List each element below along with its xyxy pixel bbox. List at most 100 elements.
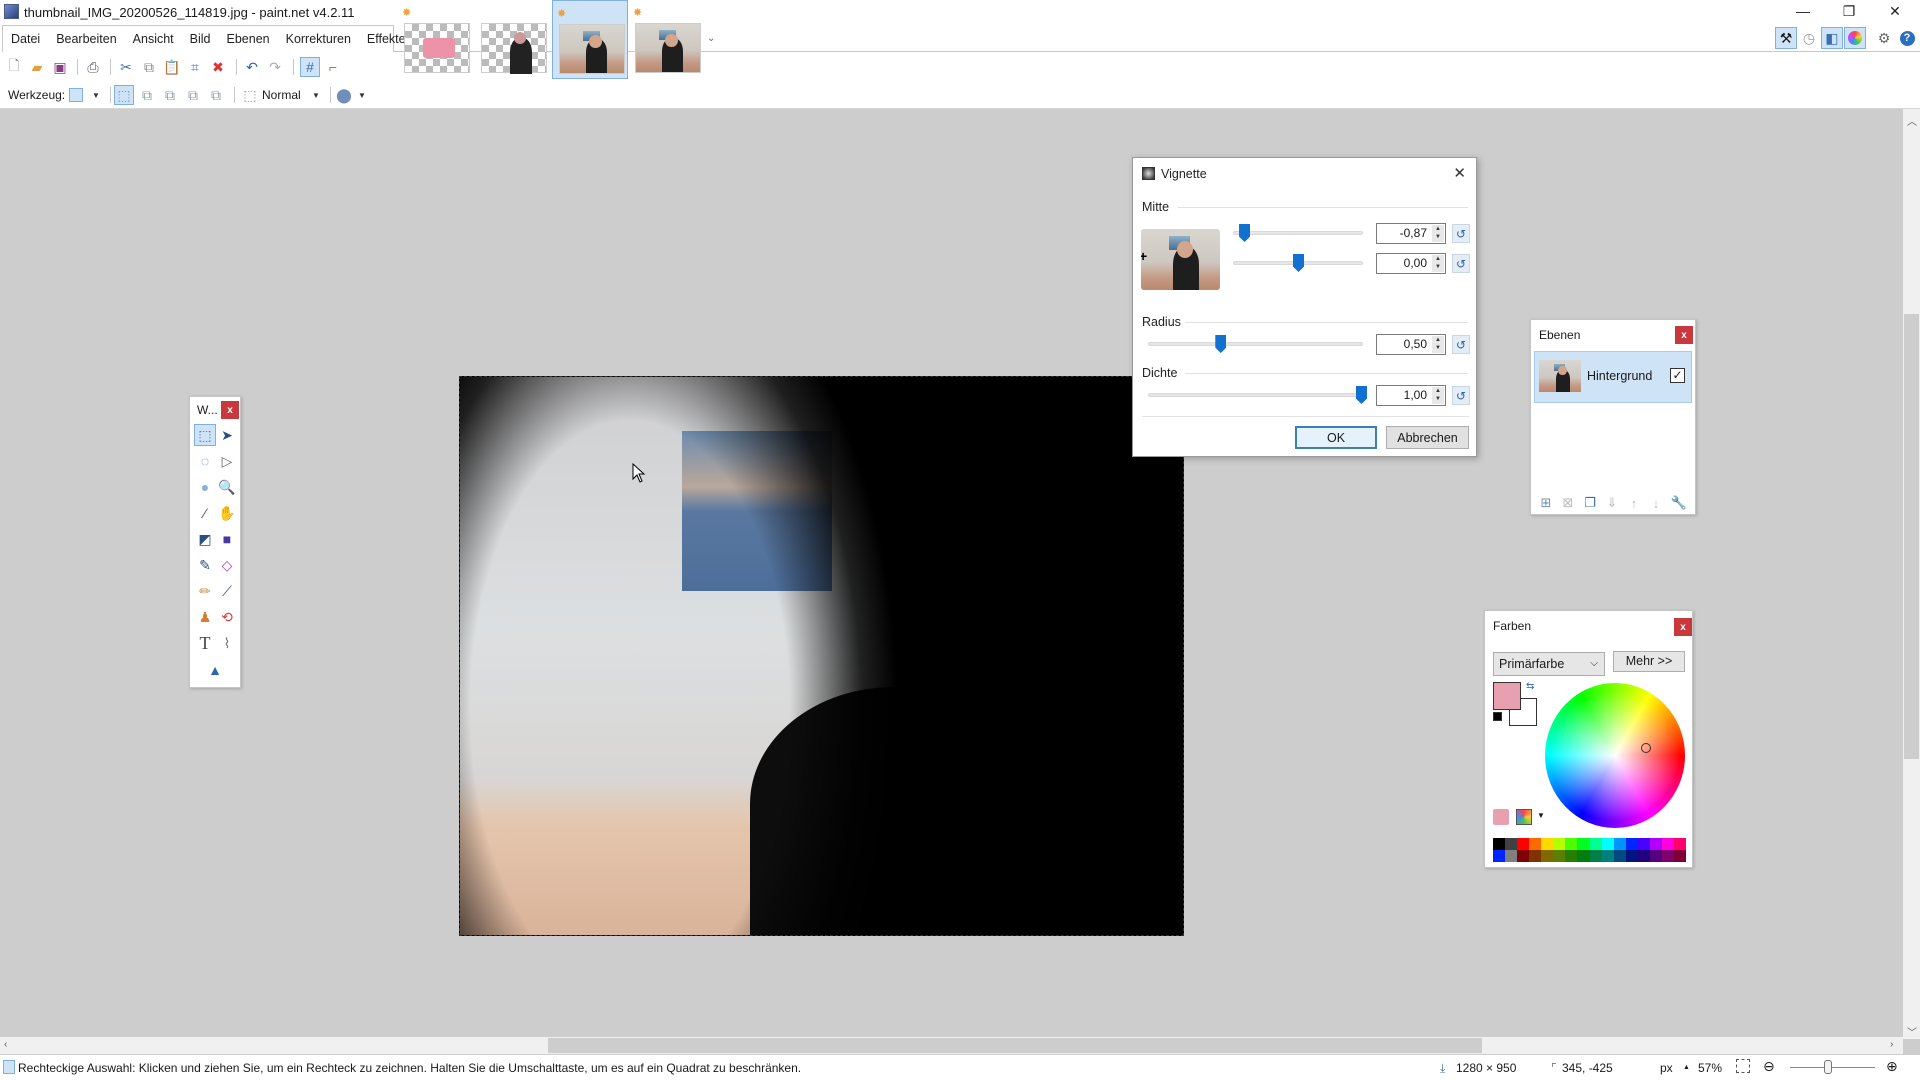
- paint-bucket-tool-icon[interactable]: ◩: [194, 528, 216, 550]
- center-y-input[interactable]: 0,00 ▲ ▼: [1376, 253, 1446, 274]
- paintbrush-tool-icon[interactable]: ✎: [194, 554, 216, 576]
- palette-menu-icon[interactable]: [1516, 809, 1532, 825]
- radius-slider-track[interactable]: [1148, 342, 1363, 346]
- palette-swatch[interactable]: [1613, 838, 1626, 850]
- image-tab[interactable]: ✸: [398, 0, 474, 79]
- zoom-in-icon[interactable]: ⊕: [1886, 1058, 1898, 1075]
- layer-item[interactable]: Hintergrund ✓: [1534, 351, 1692, 403]
- dialog-close-button[interactable]: ✕: [1453, 164, 1466, 182]
- tabs-dropdown-icon[interactable]: ⌄: [707, 33, 715, 44]
- palette-swatch[interactable]: [1505, 850, 1518, 862]
- ellipse-select-tool-icon[interactable]: ●: [194, 476, 216, 498]
- palette-swatch[interactable]: [1637, 850, 1650, 862]
- help-icon[interactable]: ?: [1896, 27, 1918, 49]
- selection-mode-replace-icon[interactable]: ⬚: [114, 85, 134, 105]
- antialiasing-icon[interactable]: ⬤: [334, 85, 354, 105]
- close-window-button[interactable]: ✕: [1872, 0, 1918, 22]
- palette-swatch[interactable]: [1661, 850, 1674, 862]
- radius-slider-thumb[interactable]: [1215, 335, 1227, 353]
- selection-mode-invert-icon[interactable]: ⧉: [206, 85, 226, 105]
- density-input[interactable]: 1,00 ▲ ▼: [1376, 385, 1446, 406]
- menu-ansicht[interactable]: Ansicht: [133, 32, 174, 46]
- center-x-spinner[interactable]: ▲ ▼: [1432, 225, 1444, 242]
- palette-swatch[interactable]: [1577, 838, 1590, 850]
- image-tab-active[interactable]: ✸: [552, 0, 628, 79]
- text-tool-icon[interactable]: T: [194, 632, 216, 654]
- colors-icon[interactable]: [1844, 27, 1866, 49]
- move-layer-up-icon[interactable]: ↑: [1625, 494, 1643, 512]
- tool-dropdown-icon[interactable]: ▼: [86, 85, 106, 105]
- center-y-reset-icon[interactable]: ↺: [1452, 254, 1470, 273]
- redo-icon[interactable]: ↷: [265, 57, 285, 77]
- units-dropdown-icon[interactable]: ▲: [1683, 1064, 1690, 1071]
- antialiasing-dropdown-icon[interactable]: ▼: [352, 85, 372, 105]
- swap-colors-icon[interactable]: ⇆: [1526, 681, 1534, 692]
- center-y-slider-thumb[interactable]: [1293, 254, 1304, 272]
- more-button[interactable]: Mehr >>: [1613, 651, 1685, 672]
- palette-swatch[interactable]: [1649, 838, 1662, 850]
- colors-close-button[interactable]: x: [1674, 618, 1692, 636]
- move-selection-tool-icon[interactable]: ▷: [216, 450, 238, 472]
- palette-swatch[interactable]: [1493, 850, 1506, 862]
- minimize-button[interactable]: —: [1780, 0, 1826, 22]
- center-x-input[interactable]: -0,87 ▲ ▼: [1376, 223, 1446, 244]
- palette-swatch[interactable]: [1589, 850, 1602, 862]
- density-slider-track[interactable]: [1148, 393, 1363, 397]
- color-wheel[interactable]: [1545, 683, 1685, 828]
- reset-colors-icon[interactable]: [1493, 712, 1502, 721]
- palette-swatch[interactable]: [1541, 838, 1554, 850]
- palette-swatch[interactable]: [1649, 850, 1662, 862]
- center-picker-thumbnail[interactable]: +: [1141, 229, 1220, 290]
- line-curve-tool-icon[interactable]: ⌇: [216, 632, 238, 654]
- history-icon[interactable]: ◷: [1798, 27, 1820, 49]
- tools-close-button[interactable]: x: [221, 401, 239, 419]
- radius-spinner[interactable]: ▲ ▼: [1432, 336, 1444, 353]
- palette-swatch[interactable]: [1565, 838, 1578, 850]
- palette-swatch[interactable]: [1517, 850, 1530, 862]
- move-layer-down-icon[interactable]: ↓: [1647, 494, 1665, 512]
- scroll-right-icon[interactable]: ›: [1890, 1039, 1893, 1050]
- zoom-slider-thumb[interactable]: [1824, 1060, 1832, 1074]
- image-tab[interactable]: ✸: [629, 0, 705, 79]
- ruler-icon[interactable]: ⌐: [323, 57, 343, 77]
- density-spinner[interactable]: ▲ ▼: [1432, 387, 1444, 404]
- layers-icon[interactable]: ◧: [1821, 27, 1843, 49]
- palette-swatch[interactable]: [1613, 850, 1626, 862]
- deselect-icon[interactable]: ✖: [208, 57, 228, 77]
- grid-icon[interactable]: #: [300, 57, 320, 77]
- selection-mode-exclude-icon[interactable]: ⧉: [160, 85, 180, 105]
- palette-swatch[interactable]: [1529, 838, 1542, 850]
- center-y-spinner[interactable]: ▲ ▼: [1432, 255, 1444, 272]
- new-file-icon[interactable]: 🗋: [4, 57, 24, 77]
- duplicate-layer-icon[interactable]: ❐: [1581, 494, 1599, 512]
- magic-wand-tool-icon[interactable]: ⁄: [194, 502, 216, 524]
- paste-icon[interactable]: 📋: [162, 57, 182, 77]
- palette-swatch[interactable]: [1493, 838, 1506, 850]
- palette-swatch[interactable]: [1673, 850, 1686, 862]
- tools-icon[interactable]: ⚒: [1775, 27, 1797, 49]
- center-x-slider-thumb[interactable]: [1239, 224, 1251, 242]
- vertical-scroll-thumb[interactable]: [1904, 314, 1919, 759]
- layer-visibility-checkbox[interactable]: ✓: [1670, 368, 1685, 383]
- zoom-to-window-icon[interactable]: [1736, 1059, 1750, 1073]
- palette-swatch[interactable]: [1505, 838, 1518, 850]
- undo-icon[interactable]: ↶: [242, 57, 262, 77]
- blend-mode-dropdown-icon[interactable]: ▼: [306, 85, 326, 105]
- image-tab[interactable]: [475, 0, 551, 79]
- print-icon[interactable]: ⎙: [83, 57, 103, 77]
- palette-swatch[interactable]: [1601, 850, 1614, 862]
- copy-icon[interactable]: ⧉: [139, 57, 159, 77]
- move-selected-pixels-tool-icon[interactable]: ➤: [216, 424, 238, 446]
- save-icon[interactable]: ▣: [50, 57, 70, 77]
- palette-swatch[interactable]: [1541, 850, 1554, 862]
- selection-mode-intersect-icon[interactable]: ⧉: [183, 85, 203, 105]
- scroll-down-icon[interactable]: ﹀: [1907, 1024, 1917, 1039]
- center-x-reset-icon[interactable]: ↺: [1452, 224, 1470, 243]
- color-target-select[interactable]: Primärfarbe ⌵: [1493, 652, 1605, 676]
- palette-swatch[interactable]: [1577, 850, 1590, 862]
- menu-bearbeiten[interactable]: Bearbeiten: [56, 32, 116, 46]
- horizontal-scroll-thumb[interactable]: [548, 1038, 1482, 1053]
- lasso-select-tool-icon[interactable]: ◌: [194, 450, 216, 472]
- palette-swatch[interactable]: [1589, 838, 1602, 850]
- palette-swatch[interactable]: [1673, 838, 1686, 850]
